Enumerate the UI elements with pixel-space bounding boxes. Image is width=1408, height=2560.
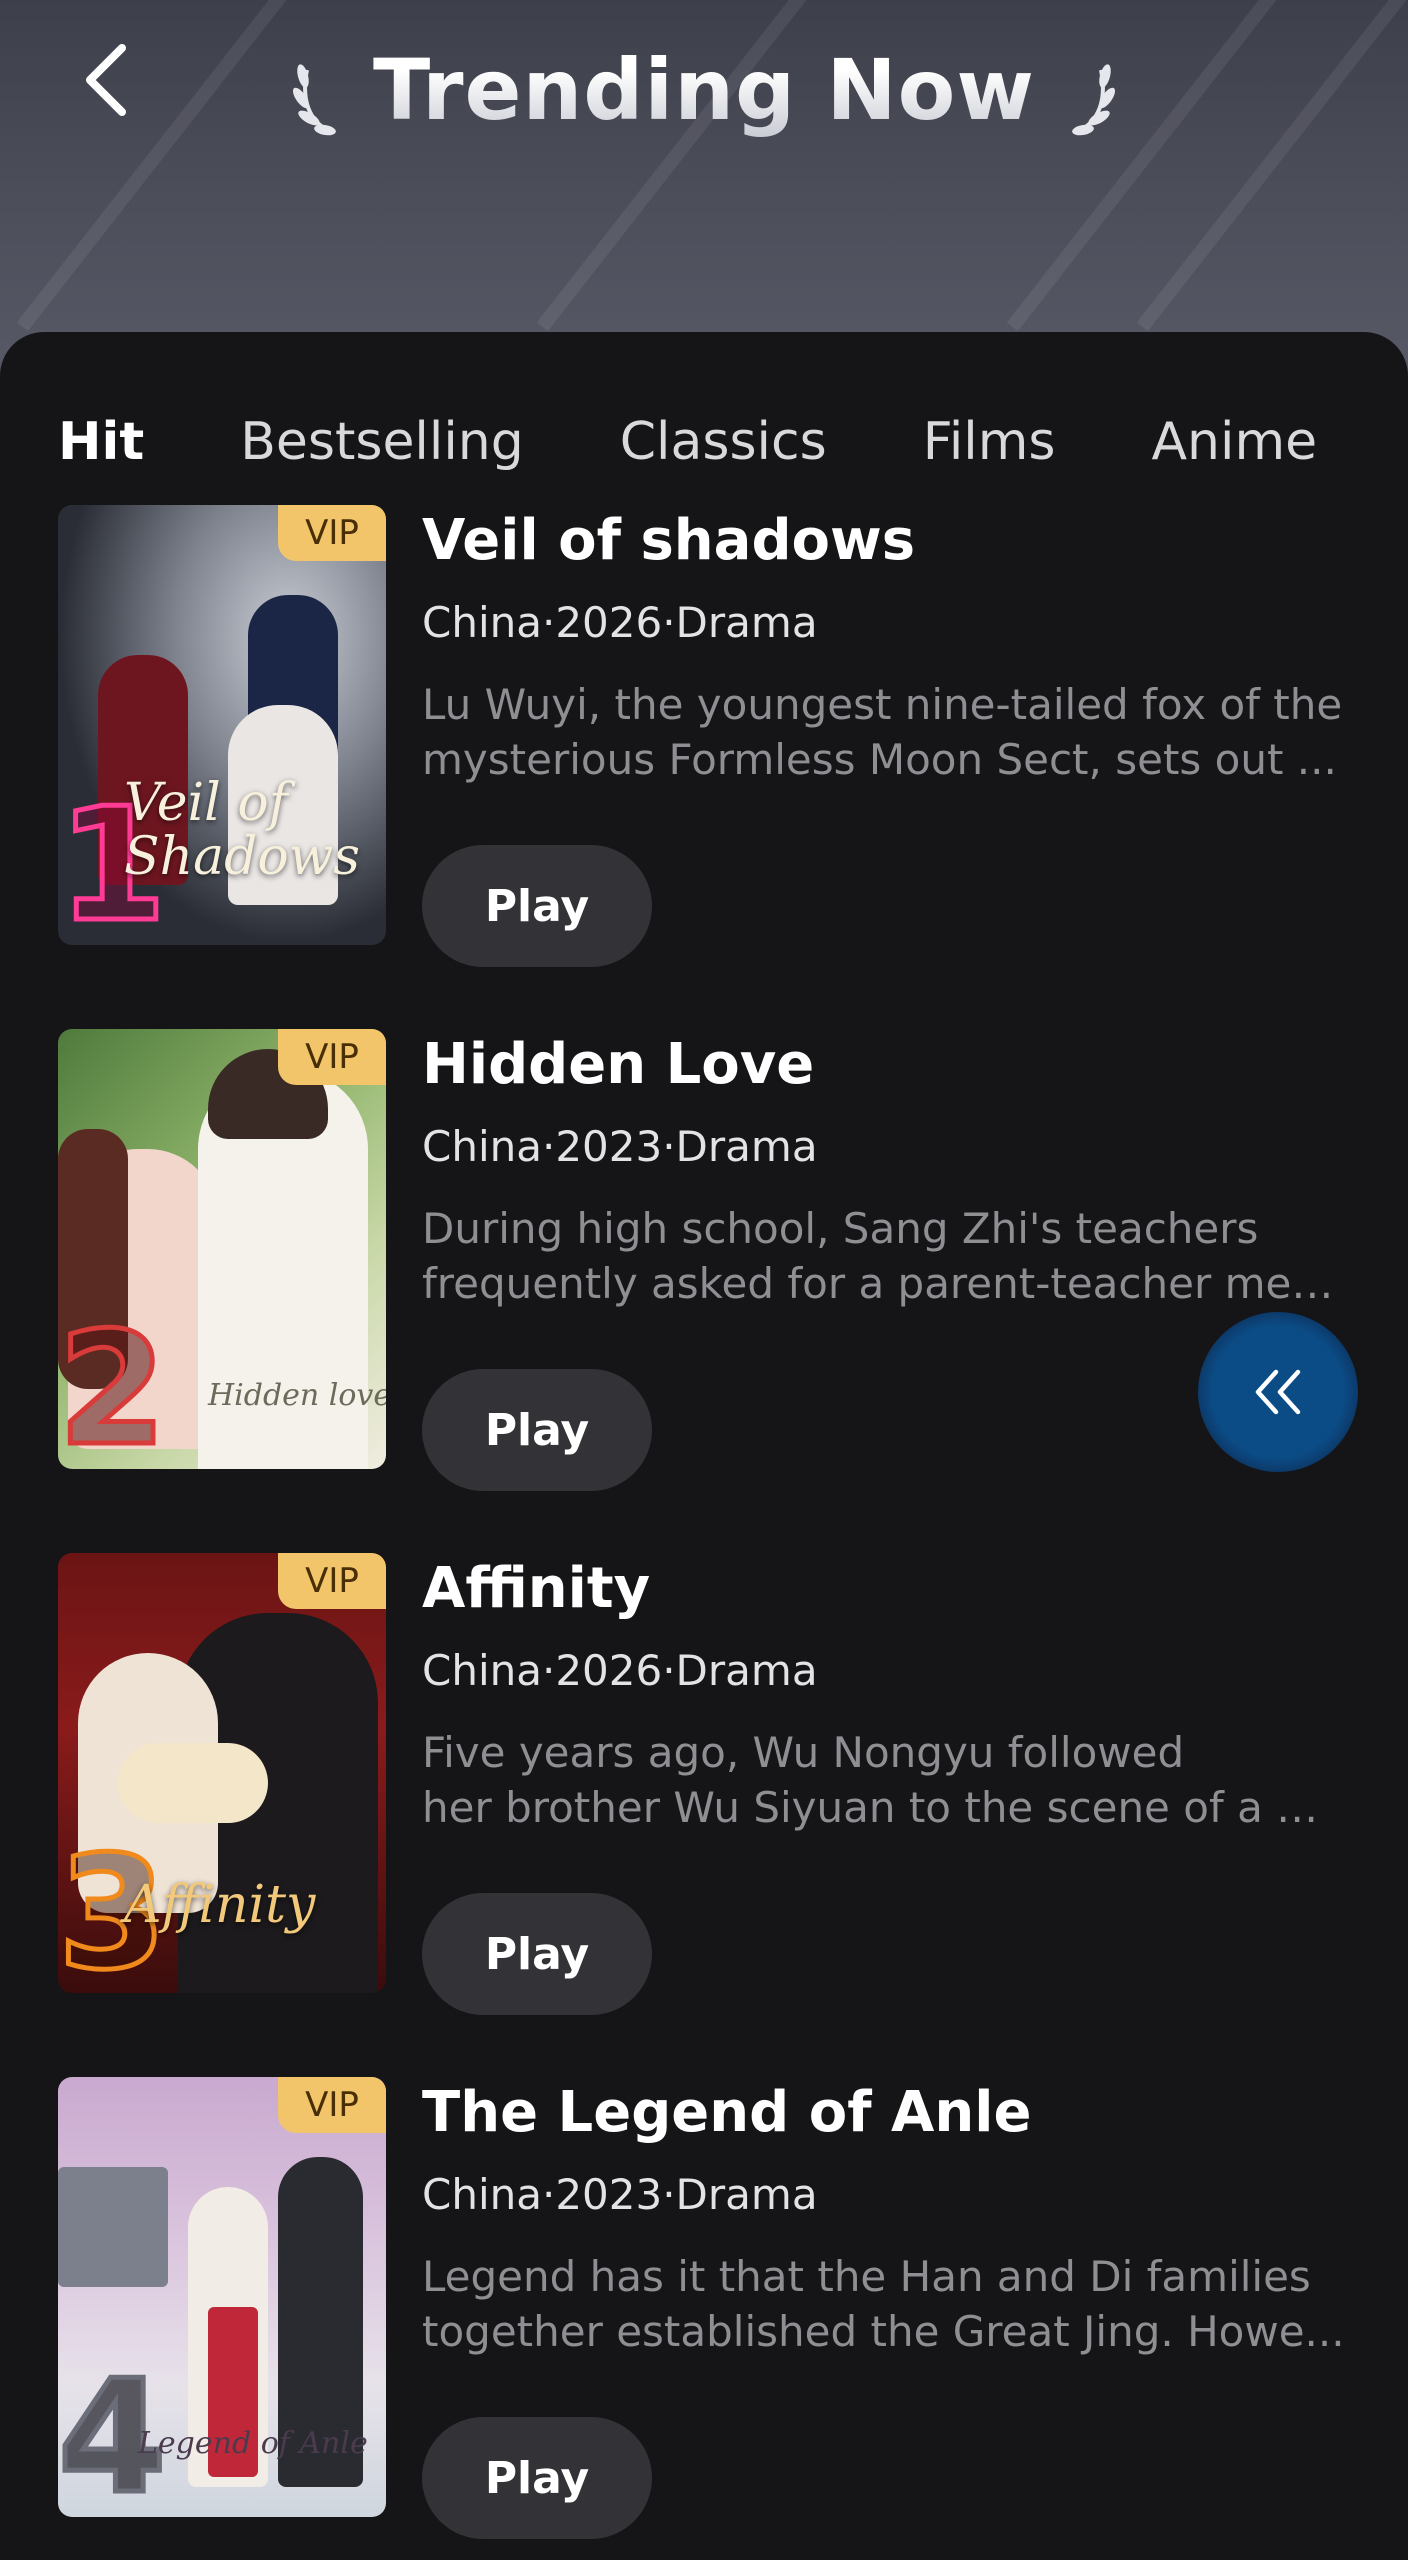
description-line: During high school, Sang Zhi's teachers [422, 1204, 1259, 1253]
vip-badge: VIP [278, 1029, 386, 1085]
poster-image[interactable]: 2 Hidden love VIP [58, 1029, 386, 1469]
item-meta: China·2026·Drama [422, 598, 818, 647]
floating-collapse-button[interactable] [1198, 1312, 1358, 1472]
laurel-icon [1072, 64, 1115, 136]
vip-badge: VIP [278, 505, 386, 561]
item-description: During high school, Sang Zhi's teachers … [422, 1201, 1348, 1311]
list-item[interactable]: 2 Hidden love VIP Hidden Love China·2023… [58, 1029, 1348, 1491]
poster-title: Affinity [124, 1875, 316, 1936]
item-description: Lu Wuyi, the youngest nine-tailed fox of… [422, 677, 1348, 787]
item-meta: China·2023·Drama [422, 2170, 818, 2219]
laurel-icon [292, 64, 336, 136]
tab-films[interactable]: Films [923, 412, 1056, 472]
item-description: Five years ago, Wu Nongyu followed her b… [422, 1725, 1348, 1835]
item-title[interactable]: Hidden Love [422, 1025, 1348, 1105]
poster-image[interactable]: 4 Legend of Anle VIP [58, 2077, 386, 2517]
item-title[interactable]: Veil of shadows [422, 501, 1348, 581]
item-info: Hidden Love China·2023·Drama During high… [422, 1029, 1348, 1311]
poster-image[interactable]: 3 Affinity VIP [58, 1553, 386, 1993]
poster-title: Veil of Shadows [124, 772, 360, 888]
vip-badge: VIP [278, 2077, 386, 2133]
description-line: Five years ago, Wu Nongyu followed [422, 1728, 1185, 1777]
header: Trending Now [0, 0, 1408, 380]
description-line: mysterious Formless Moon Sect, sets out … [422, 735, 1337, 784]
poster-figure [58, 2167, 168, 2287]
description-line: her brother Wu Siyuan to the scene of a … [422, 1783, 1348, 1832]
page-title: Trending Now [373, 41, 1035, 139]
page-title-group: Trending Now [0, 30, 1408, 150]
list-item[interactable]: 4 Legend of Anle VIP The Legend of Anle … [58, 2077, 1348, 2539]
tab-bestselling[interactable]: Bestselling [240, 412, 524, 472]
list-item[interactable]: 3 Affinity VIP Affinity China·2026·Drama… [58, 1553, 1348, 2015]
play-button[interactable]: Play [422, 1893, 652, 2015]
item-meta: China·2023·Drama [422, 1122, 818, 1171]
category-tabs: Hit Bestselling Classics Films Anime [58, 402, 1317, 482]
item-info: The Legend of Anle China·2023·Drama Lege… [422, 2077, 1348, 2359]
tab-anime[interactable]: Anime [1151, 412, 1317, 472]
tab-classics[interactable]: Classics [620, 412, 827, 472]
poster-figure [118, 1743, 268, 1823]
item-title[interactable]: Affinity [422, 1549, 1348, 1629]
description-line: together established the Great Jing. How… [422, 2307, 1345, 2356]
list-item[interactable]: 1 Veil of Shadows VIP Veil of shadows Ch… [58, 505, 1348, 967]
tab-hit[interactable]: Hit [58, 412, 144, 472]
poster-image[interactable]: 1 Veil of Shadows VIP [58, 505, 386, 945]
description-line: Legend has it that the Han and Di famili… [422, 2252, 1311, 2301]
item-info: Veil of shadows China·2026·Drama Lu Wuyi… [422, 505, 1348, 787]
description-line: Lu Wuyi, the youngest nine-tailed fox of… [422, 680, 1343, 729]
item-info: Affinity China·2026·Drama Five years ago… [422, 1553, 1348, 1835]
item-meta: China·2026·Drama [422, 1646, 818, 1695]
play-button[interactable]: Play [422, 845, 652, 967]
poster-title: Legend of Anle [138, 2425, 368, 2461]
rank-number: 2 [58, 1298, 169, 1470]
double-chevron-left-icon [1255, 1369, 1301, 1415]
vip-badge: VIP [278, 1553, 386, 1609]
poster-title: Hidden love [208, 1377, 386, 1413]
play-button[interactable]: Play [422, 2417, 652, 2539]
description-line: frequently asked for a parent-teacher me… [422, 1259, 1348, 1308]
play-button[interactable]: Play [422, 1369, 652, 1491]
item-title[interactable]: The Legend of Anle [422, 2073, 1348, 2153]
item-description: Legend has it that the Han and Di famili… [422, 2249, 1348, 2359]
